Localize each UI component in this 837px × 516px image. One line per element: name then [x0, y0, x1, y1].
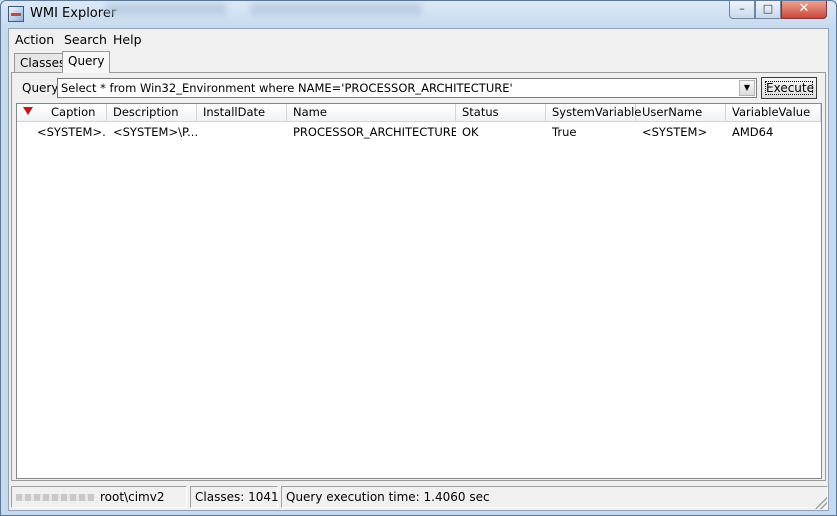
- column-header-username[interactable]: UserName: [636, 104, 726, 121]
- cell-status[interactable]: OK: [456, 124, 546, 141]
- background-blur: [106, 3, 226, 15]
- menu-help[interactable]: Help: [113, 32, 142, 47]
- client-area: Action Search Help Classes Query Query S…: [8, 28, 829, 511]
- minimize-button[interactable]: –: [729, 1, 755, 19]
- redacted-host: [16, 494, 94, 501]
- table-row[interactable]: <SYSTEM>... <SYSTEM>\P... PROCESSOR_ARCH…: [17, 124, 821, 141]
- menu-bar: Action Search Help: [9, 29, 828, 49]
- cell-caption[interactable]: <SYSTEM>...: [31, 124, 107, 141]
- cell-name[interactable]: PROCESSOR_ARCHITECTURE: [287, 124, 456, 141]
- execute-button[interactable]: Execute: [761, 77, 817, 99]
- window-title: WMI Explorer: [30, 6, 117, 21]
- status-classes: Classes: 1041: [190, 486, 279, 508]
- grid-header: Caption Description InstallDate Name Sta…: [17, 104, 821, 122]
- query-text[interactable]: Select * from Win32_Environment where NA…: [61, 81, 513, 95]
- background-blur: [251, 3, 421, 15]
- cell-variablevalue[interactable]: AMD64: [726, 124, 821, 141]
- menu-search[interactable]: Search: [64, 32, 107, 47]
- column-header-label: Caption: [51, 105, 96, 119]
- column-header-installdate[interactable]: InstallDate: [197, 104, 287, 121]
- status-namespace: root\cimv2: [11, 486, 187, 508]
- resize-grip-icon[interactable]: [815, 497, 827, 509]
- chevron-down-icon[interactable]: ▼: [739, 80, 755, 96]
- column-header-status[interactable]: Status: [456, 104, 546, 121]
- app-window: WMI Explorer – □ ✕ Action Search Help Cl…: [0, 0, 837, 516]
- results-grid[interactable]: Caption Description InstallDate Name Sta…: [16, 103, 822, 479]
- close-button[interactable]: ✕: [781, 1, 827, 19]
- query-panel: Query Select * from Win32_Environment wh…: [11, 72, 826, 481]
- query-label: Query: [22, 81, 59, 95]
- menu-action[interactable]: Action: [15, 32, 54, 47]
- tab-query[interactable]: Query: [62, 51, 111, 73]
- execute-label: Execute: [765, 81, 814, 95]
- column-header-name[interactable]: Name: [287, 104, 456, 121]
- cell-systemvariable[interactable]: True: [546, 124, 636, 141]
- column-header-systemvariable[interactable]: SystemVariable: [546, 104, 641, 121]
- column-header-caption[interactable]: Caption: [17, 104, 107, 121]
- sort-descending-icon[interactable]: [23, 107, 33, 115]
- column-header-description[interactable]: Description: [107, 104, 197, 121]
- query-input[interactable]: Select * from Win32_Environment where NA…: [57, 78, 757, 98]
- wmi-app-icon[interactable]: [8, 6, 24, 22]
- tab-strip: Classes Query: [9, 51, 828, 73]
- cell-username[interactable]: <SYSTEM>: [636, 124, 726, 141]
- status-bar: root\cimv2 Classes: 1041 Query execution…: [9, 485, 828, 510]
- title-bar[interactable]: WMI Explorer – □ ✕: [1, 1, 836, 27]
- cell-installdate[interactable]: [197, 124, 287, 141]
- maximize-button[interactable]: □: [755, 1, 781, 19]
- namespace-text: root\cimv2: [100, 490, 165, 504]
- cell-description[interactable]: <SYSTEM>\P...: [107, 124, 197, 141]
- status-execution-time: Query execution time: 1.4060 sec: [281, 486, 828, 508]
- column-header-variablevalue[interactable]: VariableValue: [726, 104, 821, 121]
